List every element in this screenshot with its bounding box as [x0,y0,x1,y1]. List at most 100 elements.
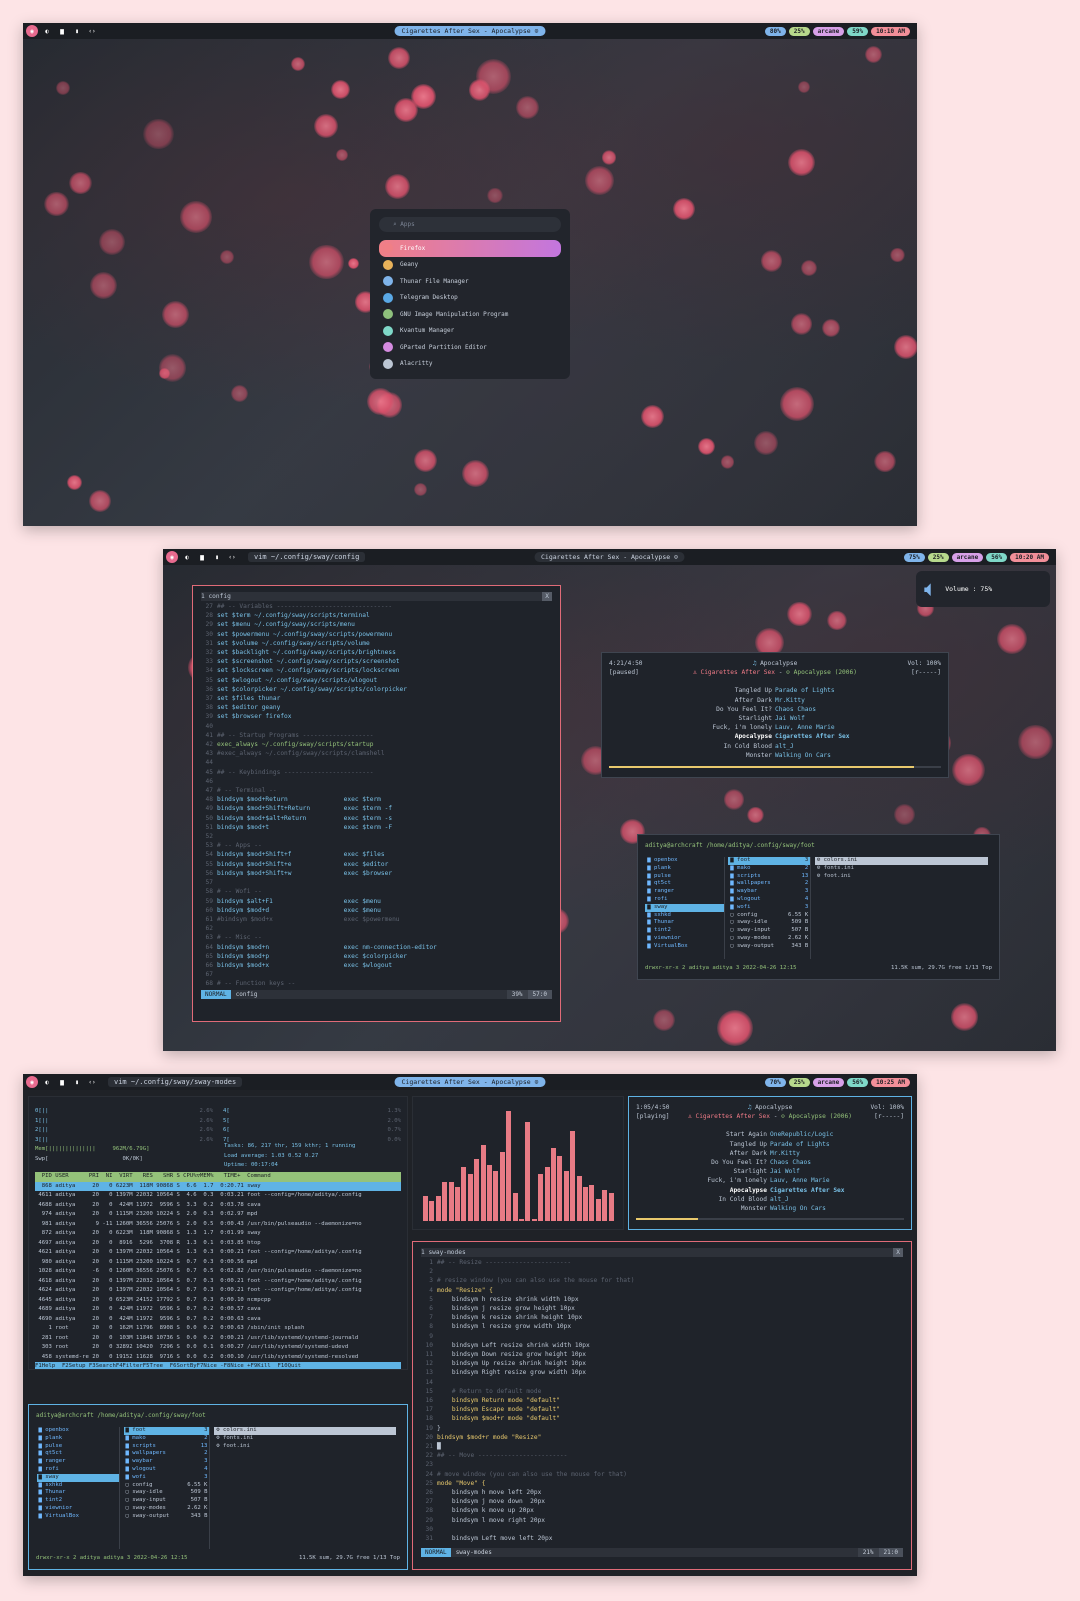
fm-entry[interactable]: ▆ waybar 3 [728,888,810,896]
fm-entry[interactable]: ▢ config 6.55 K [124,1482,210,1490]
fm-entry[interactable]: ▆ Thunar [37,1489,119,1497]
fm-entry[interactable]: ⚙ foot.ini [214,1443,395,1451]
fm-entry[interactable]: ▆ openbox [645,857,723,865]
moon-icon[interactable]: ◐ [41,1076,53,1088]
vim-buffer[interactable]: 27 ## -- Variables ----------------------… [201,602,552,989]
app-item[interactable]: GParted Partition Editor [379,339,561,356]
playlist-track[interactable]: In Cold Blood alt_J [609,742,941,751]
code-icon[interactable]: ‹› [86,1076,98,1088]
now-playing[interactable]: Cigarettes After Sex - Apocalypse ⊙ [394,1077,546,1087]
fm-entry[interactable]: ▆ scripts 13 [124,1443,210,1451]
playlist-track[interactable]: After Dark Mr.Kitty [636,1149,904,1158]
status-pill-4[interactable]: 10:25 AM [871,1077,910,1087]
process-row[interactable]: 4611 aditya 20 0 1397M 22032 10564 S 4.6… [35,1191,401,1201]
launcher-search-input[interactable]: ⌕ Apps [379,217,561,232]
now-playing[interactable]: Cigarettes After Sex - Apocalypse ⊙ [394,26,546,36]
moon-icon[interactable]: ◐ [181,551,193,563]
status-pill-4[interactable]: 10:10 AM [871,26,910,36]
fm-entry[interactable]: ▆ wallpapers 2 [728,880,810,888]
status-pill-0[interactable]: 75% [903,552,925,562]
fm-entry[interactable]: ▆ viewnior [645,935,723,943]
status-pill-3[interactable]: 56% [847,1077,869,1087]
app-item[interactable]: Telegram Desktop [379,290,561,307]
playlist-track[interactable]: Apocalypse Cigarettes After Sex [636,1186,904,1195]
process-row[interactable]: 458 systemd-re 20 0 19152 11628 9716 S 0… [35,1353,401,1363]
playlist-track[interactable]: Tangled Up Parade of Lights [636,1140,904,1149]
folder-icon[interactable]: ▆ [196,551,208,563]
fm-entry[interactable]: ▢ sway-output 343 B [124,1513,210,1521]
ncmpcpp-window-playing[interactable]: 1:05/4:50 [playing] ♫ Apocalypse ♙ Cigarett… [628,1096,912,1230]
fm-entry[interactable]: ▆ wlogout 4 [124,1466,210,1474]
file-icon[interactable]: ▮ [71,1076,83,1088]
file-icon[interactable]: ▮ [71,25,83,37]
process-row[interactable]: 4689 aditya 20 0 424M 11972 9596 S 0.7 0… [35,1305,401,1315]
playlist-track[interactable]: Do You Feel It? Chaos Chaos [609,705,941,714]
fm-entry[interactable]: ▆ ranger [37,1458,119,1466]
playlist-track[interactable]: Fuck, i'm lonely Lauv, Anne Marie [609,723,941,732]
process-row[interactable]: 4688 aditya 20 0 424M 11972 9596 S 3.3 0… [35,1201,401,1211]
fm-entry[interactable]: ▆ mako 2 [728,865,810,873]
app-item[interactable]: Firefox [379,240,561,257]
status-pill-1[interactable]: 25% [927,552,949,562]
fm-entry[interactable]: ▆ sxhkd [645,912,723,920]
fm-entry[interactable]: ▆ foot 3 [728,857,811,865]
fm-entry[interactable]: ⚙ colors.ini [814,857,989,865]
fm-entry[interactable]: ▆ VirtualBox [37,1513,119,1521]
fm-entry[interactable]: ▆ plank [645,865,723,873]
fm-entry[interactable]: ▆ openbox [37,1427,119,1435]
playlist-track[interactable]: Fuck, i'm lonely Lauv, Anne Marie [636,1176,904,1185]
status-pill-1[interactable]: 25% [788,26,810,36]
playlist-track[interactable]: Do You Feel It? Chaos Chaos [636,1158,904,1167]
app-item[interactable]: Geany [379,257,561,274]
htop-function-keys[interactable]: F1Help F2Setup F3SearchF4FilterF5Tree F6… [35,1362,401,1369]
playlist-track[interactable]: In Cold Blood alt_J [636,1195,904,1204]
process-row[interactable]: 1 root 20 0 162M 11796 8908 S 0.0 0.2 0:… [35,1324,401,1334]
vim-tab[interactable]: 1 config [201,592,231,601]
ranger-window[interactable]: aditya@archcraft /home/aditya/.config/sw… [28,1404,408,1570]
fm-entry[interactable]: ▆ VirtualBox [645,943,723,951]
playlist-track[interactable]: After Dark Mr.Kitty [609,696,941,705]
status-pill-0[interactable]: 70% [764,1077,786,1087]
fm-entry[interactable]: ▢ sway-input 507 B [124,1497,210,1505]
now-playing[interactable]: Cigarettes After Sex - Apocalypse ⊙ [534,552,685,562]
status-pill-2[interactable]: arcane [812,1077,845,1087]
vim-close-tab[interactable]: X [542,592,552,601]
app-item[interactable]: Kvantum Manager [379,323,561,340]
vim-tab[interactable]: 1 sway-modes [421,1248,466,1257]
fm-entry[interactable]: ▢ config 6.55 K [728,912,810,920]
folder-icon[interactable]: ▆ [56,1076,68,1088]
app-item[interactable]: Thunar File Manager [379,273,561,290]
status-pill-3[interactable]: 56% [986,552,1008,562]
arch-logo-icon[interactable]: ◉ [166,551,178,563]
fm-entry[interactable]: ⚙ fonts.ini [815,865,988,873]
app-item[interactable]: GNU Image Manipulation Program [379,306,561,323]
playlist-track[interactable]: Apocalypse Cigarettes After Sex [609,732,941,741]
status-pill-2[interactable]: arcane [812,26,845,36]
process-row[interactable]: 868 aditya 20 0 6223M 118M 90868 S 6.6 1… [35,1181,401,1191]
fm-entry[interactable]: ▆ pulse [645,873,723,881]
fm-entry[interactable]: ▆ tint2 [645,927,723,935]
fm-entry[interactable]: ▆ rofi [645,896,723,904]
playlist-track[interactable]: Tangled Up Parade of Lights [609,686,941,695]
code-icon[interactable]: ‹› [226,551,238,563]
process-row[interactable]: 974 aditya 20 0 1115M 23200 10224 S 2.0 … [35,1210,401,1220]
fm-entry[interactable]: ▆ wofi 3 [728,904,810,912]
fm-entry[interactable]: ▆ sway [36,1473,119,1482]
fm-entry[interactable]: ▆ scripts 13 [728,873,810,881]
fm-entry[interactable]: ▆ qt5ct [645,880,723,888]
fm-entry[interactable]: ⚙ fonts.ini [214,1435,395,1443]
fm-entry[interactable]: ▆ Thunar [645,919,723,927]
fm-entry[interactable]: ▆ qt5ct [37,1450,119,1458]
playlist-track[interactable]: Monster Walking On Cars [636,1204,904,1213]
process-row[interactable]: 4697 aditya 20 0 8916 5296 3708 R 1.3 0.… [35,1239,401,1249]
moon-icon[interactable]: ◐ [41,25,53,37]
fm-entry[interactable]: ▆ wofi 3 [124,1474,210,1482]
htop-window[interactable]: 0[|| 2.6% 1[|| 2.6% 2[|| 2.6% 3[|| 2.6% 4[1.3% 5[… [28,1096,408,1370]
fm-entry[interactable]: ▆ foot 3 [123,1427,210,1435]
fm-entry[interactable]: ▢ sway-input 507 B [728,927,810,935]
vim-modes-window[interactable]: 1 sway-modes X 1 ## -- Resize ------------… [412,1241,912,1570]
code-icon[interactable]: ‹› [86,25,98,37]
playlist-track[interactable]: Starlight Jai Wolf [636,1167,904,1176]
process-row[interactable]: 281 root 20 0 103M 11848 10736 S 0.0 0.2… [35,1334,401,1344]
fm-entry[interactable]: ▆ mako 2 [124,1435,210,1443]
